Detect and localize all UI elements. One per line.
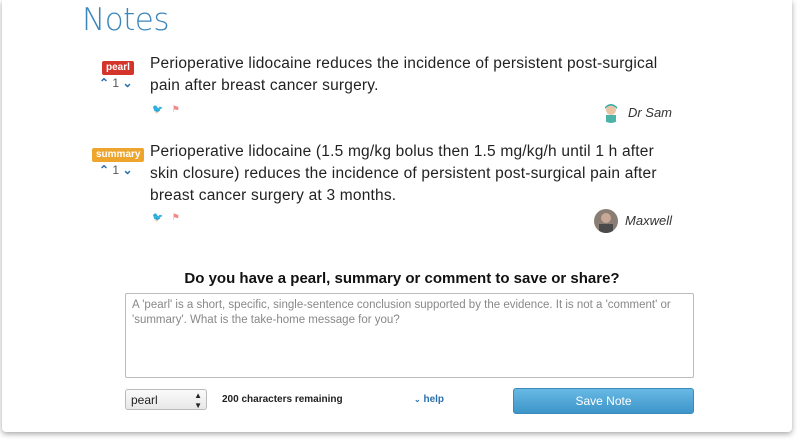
- avatar: [600, 101, 622, 123]
- section-title: Notes: [82, 2, 170, 38]
- author-name: Dr Sam: [627, 105, 672, 120]
- flag-icon[interactable]: ⚑: [172, 104, 180, 114]
- upvote-icon[interactable]: ⌃: [99, 76, 109, 90]
- vote-count: 1: [112, 76, 120, 90]
- note-input[interactable]: [125, 293, 694, 378]
- pearl-badge: pearl: [102, 61, 134, 75]
- summary-badge: summary: [92, 148, 145, 162]
- chars-remaining: 200 characters remaining: [222, 394, 343, 405]
- notes-panel: Notes pearl ⌃ 1 ⌄ Perioperative lidocain…: [2, 0, 792, 432]
- vote-count: 1: [112, 163, 120, 177]
- note-text: Perioperative lidocaine (1.5 mg/kg bolus…: [150, 143, 657, 204]
- twitter-icon[interactable]: 🐦: [152, 212, 163, 222]
- note-form-prompt: Do you have a pearl, summary or comment …: [184, 270, 620, 287]
- downvote-icon[interactable]: ⌄: [122, 76, 132, 90]
- note-actions: 🐦 ⚑: [152, 212, 186, 223]
- note-actions: 🐦 ⚑: [152, 104, 186, 115]
- downvote-icon[interactable]: ⌄: [122, 163, 132, 177]
- avatar: [594, 209, 618, 233]
- vote-control: ⌃ 1 ⌄: [99, 76, 133, 90]
- help-link[interactable]: ⌄ help: [414, 394, 444, 405]
- upvote-icon[interactable]: ⌃: [99, 163, 109, 177]
- help-label: help: [423, 394, 445, 405]
- vote-control: ⌃ 1 ⌄: [99, 163, 133, 177]
- note-type-select[interactable]: pearl ▲ ▼: [125, 389, 207, 410]
- note-type-value: pearl: [131, 393, 158, 407]
- updown-arrows-icon: ▲ ▼: [194, 391, 202, 410]
- note-text: Perioperative lidocaine reduces the inci…: [150, 55, 658, 94]
- save-note-button[interactable]: Save Note: [513, 388, 694, 414]
- flag-icon[interactable]: ⚑: [172, 212, 180, 222]
- twitter-icon[interactable]: 🐦: [152, 104, 163, 114]
- author-name: Maxwell: [625, 213, 672, 228]
- chevron-down-icon: ⌄: [414, 395, 421, 404]
